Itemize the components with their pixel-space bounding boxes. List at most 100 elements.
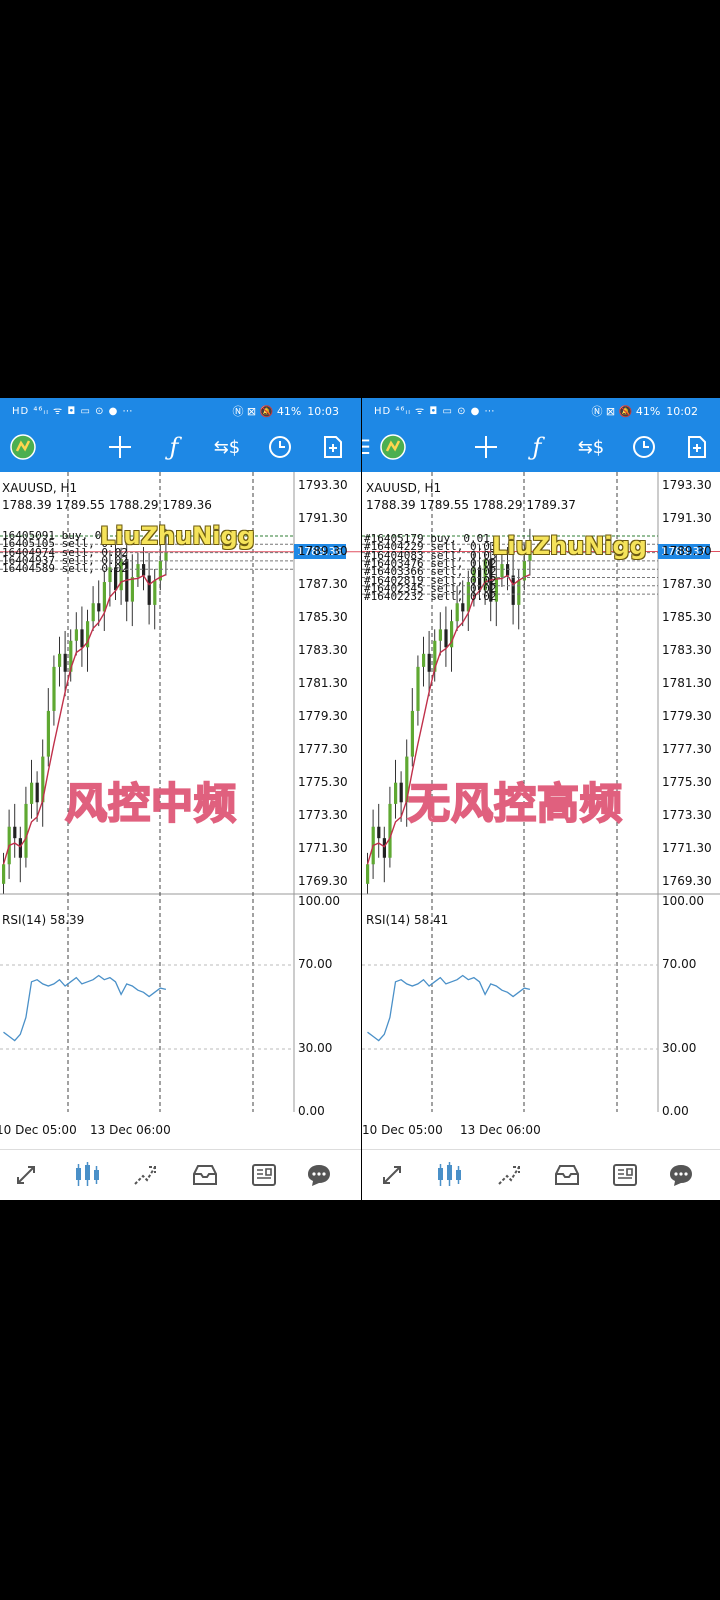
price-tick-label: 1775.30 xyxy=(298,775,348,789)
news-icon[interactable] xyxy=(247,1160,281,1190)
price-tick-label: 1769.30 xyxy=(662,874,712,888)
candle xyxy=(153,580,157,605)
price-tick-label: 1775.30 xyxy=(662,775,712,789)
history-icon[interactable] xyxy=(188,1160,222,1190)
bottom-navigation xyxy=(0,1149,361,1200)
candle xyxy=(63,653,67,672)
rsi-tick-label: 100.00 xyxy=(298,894,340,908)
price-tick-label: 1793.30 xyxy=(298,478,348,492)
trade-icon[interactable] xyxy=(128,1160,162,1190)
candle xyxy=(399,782,403,803)
candle xyxy=(382,838,386,858)
price-tick-label: 1787.30 xyxy=(662,577,712,591)
candle xyxy=(18,838,22,858)
ohlc-values: 1788.39 1789.55 1788.29 1789.37 xyxy=(366,498,576,512)
candle xyxy=(74,629,78,641)
symbols-icon[interactable]: ⇆$ xyxy=(574,430,608,464)
candle xyxy=(80,629,84,648)
new-order-icon[interactable] xyxy=(316,430,350,464)
candle xyxy=(366,864,370,884)
watermark-text: LiuZhuNigg xyxy=(100,522,255,550)
price-tick-label: 1773.30 xyxy=(662,808,712,822)
period-icon[interactable] xyxy=(627,430,661,464)
candle xyxy=(377,826,381,839)
price-tick-label: 1781.30 xyxy=(662,676,712,690)
price-tick-label: 1791.30 xyxy=(662,511,712,525)
indicators-icon[interactable]: ƒ xyxy=(157,430,191,464)
quotes-icon[interactable] xyxy=(10,1160,44,1190)
period-icon[interactable] xyxy=(263,430,297,464)
price-tick-label: 1783.30 xyxy=(662,643,712,657)
status-bar: HD ⁴⁶ᵢₗ ᯤ ◘ ▭ ⊙ ● ⋯ Ⓝ ⊠ 🔕 41% 10:02 xyxy=(362,398,720,422)
watermark-text: LiuZhuNigg xyxy=(492,532,647,560)
rsi-label: RSI(14) 58.39 xyxy=(2,913,85,927)
price-tick-label: 1785.30 xyxy=(662,610,712,624)
candle xyxy=(35,782,39,803)
rsi-tick-label: 100.00 xyxy=(662,894,704,908)
candle xyxy=(444,629,448,648)
status-icons-right: Ⓝ ⊠ 🔕 41% 10:02 xyxy=(591,405,698,418)
candle xyxy=(46,710,50,757)
app-logo-icon[interactable] xyxy=(6,430,40,464)
indicators-icon[interactable]: ƒ xyxy=(520,430,554,464)
price-tick-label: 1789.30 xyxy=(298,544,348,558)
status-time: 10:02 xyxy=(666,405,698,418)
candle xyxy=(506,564,510,576)
candle xyxy=(91,603,95,622)
toolbar: ƒ ⇆$ xyxy=(0,422,361,472)
messages-icon[interactable] xyxy=(302,1160,336,1190)
messages-icon[interactable] xyxy=(664,1160,698,1190)
bottom-navigation xyxy=(362,1149,720,1200)
price-tick-label: 1771.30 xyxy=(662,841,712,855)
price-tick-label: 1791.30 xyxy=(298,511,348,525)
price-tick-label: 1769.30 xyxy=(298,874,348,888)
rsi-tick-label: 70.00 xyxy=(662,957,697,971)
overlay-caption: 风控中频 xyxy=(64,778,238,829)
rsi-tick-label: 70.00 xyxy=(298,957,333,971)
chart-icon[interactable] xyxy=(70,1160,104,1190)
candle xyxy=(455,603,459,622)
price-tick-label: 1777.30 xyxy=(298,742,348,756)
candle xyxy=(388,803,392,858)
crosshair-icon[interactable] xyxy=(469,430,503,464)
history-icon[interactable] xyxy=(550,1160,584,1190)
candle xyxy=(58,653,62,667)
candle xyxy=(102,582,106,612)
symbols-icon[interactable]: ⇆$ xyxy=(210,430,244,464)
price-tick-label: 1779.30 xyxy=(298,709,348,723)
rsi-tick-label: 0.00 xyxy=(298,1104,325,1118)
new-order-icon[interactable] xyxy=(680,430,714,464)
crosshair-icon[interactable] xyxy=(103,430,137,464)
symbol-label: XAUUSD, H1 xyxy=(2,481,78,495)
candle xyxy=(147,575,151,605)
candle xyxy=(461,603,465,612)
candle xyxy=(394,782,398,804)
app-logo-icon[interactable] xyxy=(376,430,410,464)
status-icons-right: Ⓝ ⊠ 🔕 41% 10:03 xyxy=(232,405,339,418)
candle xyxy=(30,782,34,804)
candle xyxy=(24,803,28,858)
candle xyxy=(97,603,101,612)
toolbar: ☰ ƒ ⇆$ xyxy=(362,422,720,472)
date-label-1: 10 Dec 05:00 xyxy=(362,1123,443,1137)
news-icon[interactable] xyxy=(608,1160,642,1190)
price-tick-label: 1787.30 xyxy=(298,577,348,591)
chart-icon[interactable] xyxy=(432,1160,466,1190)
price-tick-label: 1789.30 xyxy=(662,544,712,558)
price-tick-label: 1781.30 xyxy=(298,676,348,690)
candle xyxy=(500,564,504,578)
menu-icon[interactable]: ☰ xyxy=(362,430,372,464)
quotes-icon[interactable] xyxy=(376,1160,410,1190)
right-screenshot-panel: HD ⁴⁶ᵢₗ ᯤ ◘ ▭ ⊙ ● ⋯ Ⓝ ⊠ 🔕 41%10:02 ☰ ƒ ⇆… xyxy=(362,398,720,1200)
candle xyxy=(130,577,134,602)
rsi-tick-label: 0.00 xyxy=(662,1104,689,1118)
trade-icon[interactable] xyxy=(492,1160,526,1190)
status-time: 10:03 xyxy=(307,405,339,418)
symbol-label: XAUUSD, H1 xyxy=(366,481,442,495)
candle xyxy=(13,826,17,839)
price-tick-label: 1783.30 xyxy=(298,643,348,657)
order-label: 16404589 sell, 0.02 xyxy=(2,562,128,576)
status-icons-left: HD ⁴⁶ᵢₗ ᯤ ◘ ▭ ⊙ ● ⋯ xyxy=(12,406,134,417)
ohlc-values: 1788.39 1789.55 1788.29 1789.36 xyxy=(2,498,212,512)
rsi-tick-label: 30.00 xyxy=(298,1041,333,1055)
